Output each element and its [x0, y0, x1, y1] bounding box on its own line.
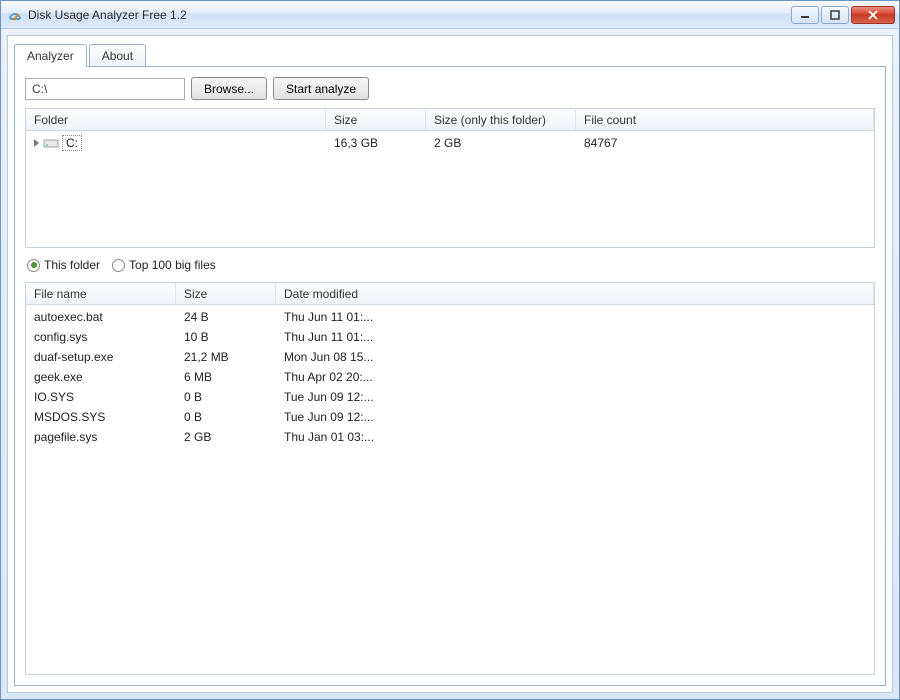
table-row[interactable]: MSDOS.SYS0 BTue Jun 09 12:... [26, 407, 874, 427]
col-header-filename[interactable]: File name [26, 283, 176, 304]
folder-tree-body: C: 16,3 GB 2 GB 84767 [26, 131, 874, 247]
col-header-filesize[interactable]: Size [176, 283, 276, 304]
table-row[interactable]: autoexec.bat24 BThu Jun 11 01:... [26, 307, 874, 327]
app-window: Disk Usage Analyzer Free 1.2 Analyzer Ab… [0, 0, 900, 700]
cell-filename: pagefile.sys [26, 430, 176, 444]
tab-about[interactable]: About [89, 44, 146, 66]
close-button[interactable] [851, 6, 895, 24]
cell-filesize: 24 B [176, 310, 276, 324]
maximize-button[interactable] [821, 6, 849, 24]
cell-size: 16,3 GB [326, 136, 426, 150]
cell-file-count: 84767 [576, 136, 874, 150]
file-list-table[interactable]: File name Size Date modified autoexec.ba… [25, 282, 875, 675]
table-row[interactable]: config.sys10 BThu Jun 11 01:... [26, 327, 874, 347]
tab-label: About [102, 49, 133, 63]
cell-date: Tue Jun 09 12:... [276, 410, 874, 424]
col-header-folder[interactable]: Folder [26, 109, 326, 130]
cell-filesize: 0 B [176, 390, 276, 404]
client-area: Analyzer About Browse... Start analyze F… [7, 35, 893, 693]
table-row[interactable]: C: 16,3 GB 2 GB 84767 [26, 133, 874, 153]
folder-name: C: [62, 135, 82, 151]
cell-date: Thu Jan 01 03:... [276, 430, 874, 444]
folder-tree-header: Folder Size Size (only this folder) File… [26, 109, 874, 131]
col-header-size[interactable]: Size [326, 109, 426, 130]
browse-button[interactable]: Browse... [191, 77, 267, 100]
radio-label: Top 100 big files [129, 258, 216, 272]
cell-filename: geek.exe [26, 370, 176, 384]
file-list-body: autoexec.bat24 BThu Jun 11 01:...config.… [26, 305, 874, 674]
cell-date: Thu Jun 11 01:... [276, 310, 874, 324]
app-icon [7, 7, 23, 23]
col-header-file-count[interactable]: File count [576, 109, 874, 130]
view-mode-row: This folder Top 100 big files [25, 256, 875, 274]
window-title: Disk Usage Analyzer Free 1.2 [28, 8, 791, 22]
cell-filename: duaf-setup.exe [26, 350, 176, 364]
titlebar[interactable]: Disk Usage Analyzer Free 1.2 [1, 1, 899, 29]
radio-input-icon [112, 259, 125, 272]
cell-filesize: 6 MB [176, 370, 276, 384]
cell-filesize: 2 GB [176, 430, 276, 444]
cell-filename: config.sys [26, 330, 176, 344]
table-row[interactable]: geek.exe6 MBThu Apr 02 20:... [26, 367, 874, 387]
file-list-header: File name Size Date modified [26, 283, 874, 305]
table-row[interactable]: duaf-setup.exe21,2 MBMon Jun 08 15... [26, 347, 874, 367]
radio-label: This folder [44, 258, 100, 272]
tab-analyzer[interactable]: Analyzer [14, 44, 87, 67]
col-header-date[interactable]: Date modified [276, 283, 874, 304]
window-controls [791, 6, 895, 24]
table-row[interactable]: pagefile.sys2 GBThu Jan 01 03:... [26, 427, 874, 447]
minimize-button[interactable] [791, 6, 819, 24]
tree-expander-icon[interactable] [34, 139, 39, 147]
radio-input-icon [27, 259, 40, 272]
start-analyze-button[interactable]: Start analyze [273, 77, 369, 100]
col-header-size-only[interactable]: Size (only this folder) [426, 109, 576, 130]
cell-filename: MSDOS.SYS [26, 410, 176, 424]
radio-top-100[interactable]: Top 100 big files [112, 258, 216, 272]
cell-date: Thu Apr 02 20:... [276, 370, 874, 384]
radio-this-folder[interactable]: This folder [27, 258, 100, 272]
tab-panel-analyzer: Browse... Start analyze Folder Size Size… [14, 66, 886, 686]
tabstrip: Analyzer About [14, 42, 886, 66]
drive-icon [43, 137, 59, 149]
cell-filesize: 0 B [176, 410, 276, 424]
cell-filename: autoexec.bat [26, 310, 176, 324]
cell-date: Mon Jun 08 15... [276, 350, 874, 364]
path-row: Browse... Start analyze [25, 77, 875, 100]
folder-tree-table[interactable]: Folder Size Size (only this folder) File… [25, 108, 875, 248]
cell-filesize: 21,2 MB [176, 350, 276, 364]
cell-date: Tue Jun 09 12:... [276, 390, 874, 404]
cell-filesize: 10 B [176, 330, 276, 344]
cell-date: Thu Jun 11 01:... [276, 330, 874, 344]
cell-filename: IO.SYS [26, 390, 176, 404]
path-input[interactable] [25, 78, 185, 100]
tab-label: Analyzer [27, 49, 74, 63]
cell-size-only: 2 GB [426, 136, 576, 150]
table-row[interactable]: IO.SYS0 BTue Jun 09 12:... [26, 387, 874, 407]
